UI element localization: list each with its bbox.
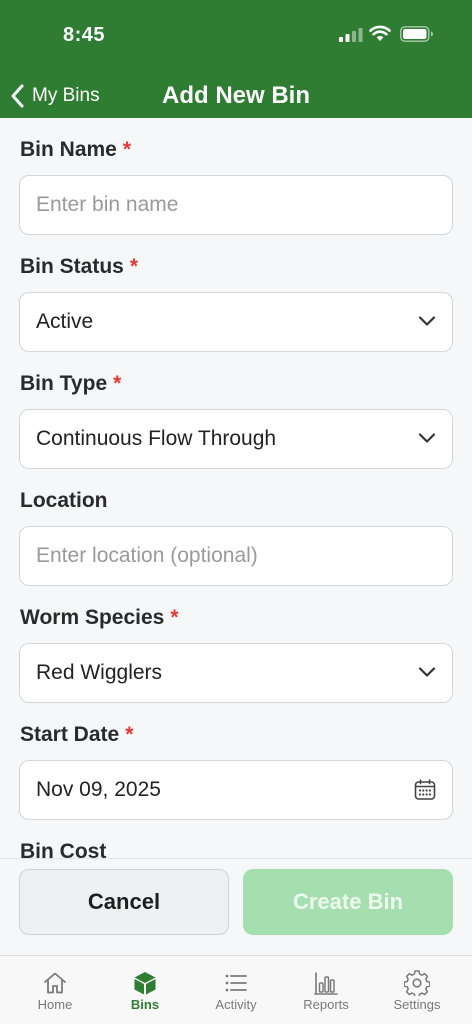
chevron-down-icon — [418, 667, 436, 677]
tab-home[interactable]: Home — [8, 956, 102, 1024]
start-date-picker[interactable]: Nov 09, 2025 — [19, 760, 453, 820]
required-asterisk: * — [170, 606, 179, 629]
bin-type-select[interactable]: Continuous Flow Through — [19, 409, 453, 469]
back-label: My Bins — [32, 85, 100, 106]
worm-species-value: Red Wigglers — [36, 661, 163, 684]
start-date-label: Start Date * — [20, 723, 133, 747]
bin-status-value: Active — [36, 310, 94, 333]
worm-species-label-text: Worm Species — [20, 606, 165, 629]
tab-reports[interactable]: Reports — [279, 956, 373, 1024]
tab-activity[interactable]: Activity — [189, 956, 283, 1024]
bin-type-value: Continuous Flow Through — [36, 427, 277, 450]
cancel-button[interactable]: Cancel — [19, 869, 229, 935]
app-header: 8:45 My Bins Add New Bin — [0, 0, 472, 118]
bin-cost-label-text: Bin Cost — [20, 840, 107, 858]
tab-label: Reports — [303, 997, 349, 1012]
bin-cost-label: Bin Cost — [20, 840, 106, 858]
bin-name-label-text: Bin Name — [20, 138, 117, 161]
tab-label: Home — [37, 997, 73, 1012]
list-icon — [225, 974, 247, 992]
bin-type-label-text: Bin Type — [20, 372, 108, 395]
worm-species-label: Worm Species * — [20, 606, 179, 630]
worm-species-select[interactable]: Red Wigglers — [19, 643, 453, 703]
tab-label: Settings — [393, 997, 441, 1012]
bin-status-label: Bin Status * — [20, 255, 138, 279]
required-asterisk: * — [113, 372, 122, 395]
wifi-icon — [369, 25, 391, 41]
home-icon — [44, 972, 66, 994]
status-time: 8:45 — [63, 24, 106, 46]
box-icon — [134, 972, 156, 995]
create-bin-button[interactable]: Create Bin — [243, 869, 453, 935]
start-date-value: Nov 09, 2025 — [36, 778, 161, 801]
tab-label: Activity — [215, 997, 257, 1012]
tab-label: Bins — [130, 997, 160, 1012]
required-asterisk: * — [125, 723, 134, 746]
location-input[interactable] — [20, 527, 452, 585]
bin-status-label-text: Bin Status — [20, 255, 124, 278]
tab-bar: Home Bins Activity Reports Settings — [0, 955, 472, 1024]
status-bar: 8:45 — [0, 0, 472, 70]
start-date-label-text: Start Date — [20, 723, 120, 746]
back-button[interactable]: My Bins — [8, 80, 100, 112]
chevron-left-icon — [11, 84, 24, 108]
add-bin-form: Bin Name* Bin Status* Active Bin Type* C… — [0, 118, 472, 858]
bar-chart-icon — [314, 972, 338, 995]
tab-settings[interactable]: Settings — [370, 956, 464, 1024]
location-label: Location — [20, 489, 108, 513]
location-field[interactable] — [19, 526, 453, 586]
location-label-text: Location — [20, 489, 108, 512]
page-title: Add New Bin — [162, 82, 310, 109]
cellular-signal-icon — [339, 28, 363, 42]
form-actions: Cancel Create Bin — [0, 858, 472, 955]
nav-bar: My Bins Add New Bin — [0, 74, 472, 118]
tab-bins[interactable]: Bins — [98, 956, 192, 1024]
bin-type-label: Bin Type * — [20, 372, 121, 396]
bin-name-input[interactable] — [20, 176, 452, 234]
bin-name-label: Bin Name * — [20, 138, 131, 162]
gear-icon — [404, 970, 430, 996]
chevron-down-icon — [418, 316, 436, 326]
required-asterisk: * — [129, 255, 139, 278]
required-asterisk: * — [122, 138, 132, 161]
bin-status-select[interactable]: Active — [19, 292, 453, 352]
calendar-icon — [414, 779, 436, 800]
bin-name-field[interactable] — [19, 175, 453, 235]
chevron-down-icon — [418, 433, 436, 443]
battery-icon — [400, 26, 433, 42]
